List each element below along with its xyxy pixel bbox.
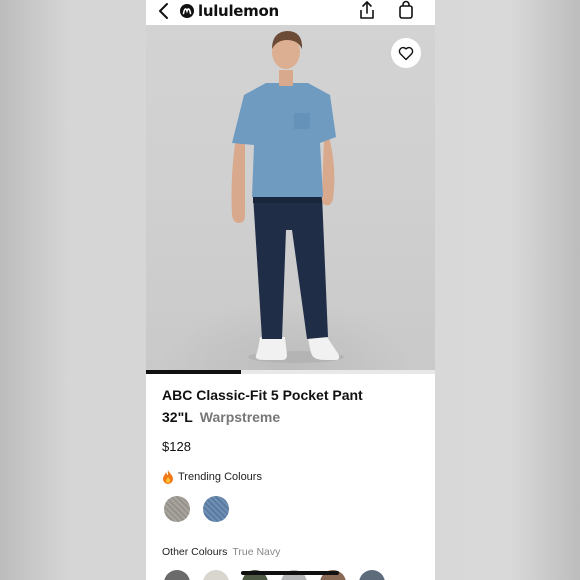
brand-name: lululemon: [198, 2, 279, 20]
product-page: lululemon ABC Classic-Fit 5 Pocket Pant …: [146, 0, 435, 580]
share-button[interactable]: [358, 0, 376, 20]
fabric-name: Warpstreme: [199, 409, 281, 425]
gallery-progress-indicator: [146, 370, 242, 374]
other-colour-swatch[interactable]: [203, 570, 229, 580]
product-price: $128: [162, 439, 191, 454]
brand-logo[interactable]: lululemon: [180, 2, 279, 20]
back-button[interactable]: [156, 1, 172, 21]
other-colours-label: Other Colours: [162, 546, 228, 558]
other-colour-swatch[interactable]: [359, 570, 385, 580]
gallery-progress-track: [146, 370, 435, 374]
product-image-gallery[interactable]: [146, 25, 435, 373]
lululemon-logo-icon: [180, 4, 194, 18]
selected-colour-name: True Navy: [232, 546, 281, 558]
other-colour-swatch[interactable]: [164, 570, 190, 580]
product-subtitle: 32"L Warpstreme: [162, 409, 280, 425]
heart-icon: [398, 46, 414, 60]
inseam-length: 32"L: [162, 409, 193, 425]
back-chevron-icon: [159, 3, 168, 19]
product-title: ABC Classic-Fit 5 Pocket Pant: [162, 387, 363, 403]
shopping-bag-button[interactable]: [398, 0, 414, 20]
trending-colours-header: Trending Colours: [162, 469, 262, 485]
trending-colour-swatch[interactable]: [203, 496, 229, 522]
shopping-bag-icon: [399, 0, 413, 19]
share-icon: [360, 1, 374, 19]
other-colours-header: Other Colours True Navy: [162, 546, 280, 558]
favourite-button[interactable]: [391, 38, 421, 68]
fire-icon: [163, 470, 173, 484]
trending-colour-swatch[interactable]: [164, 496, 190, 522]
trending-colours-label: Trending Colours: [178, 471, 262, 483]
product-model-photo: [231, 31, 344, 363]
home-indicator: [241, 571, 339, 575]
top-navigation-bar: lululemon: [146, 0, 435, 25]
